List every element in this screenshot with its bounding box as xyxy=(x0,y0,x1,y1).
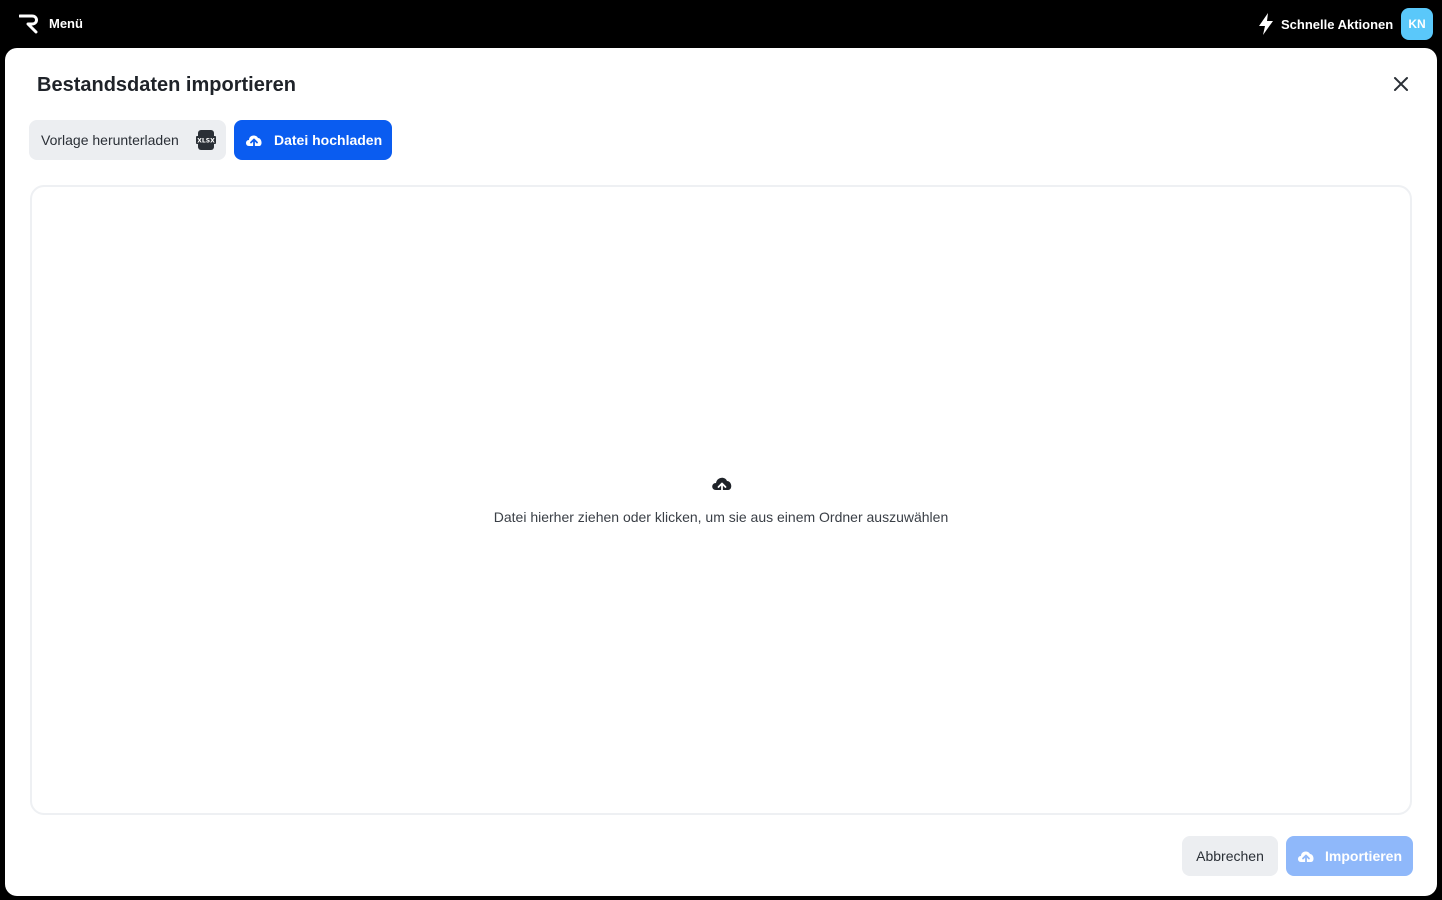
cancel-button[interactable]: Abbrechen xyxy=(1182,836,1278,876)
cloud-upload-icon xyxy=(712,477,732,495)
import-button[interactable]: Importieren xyxy=(1286,836,1413,876)
close-icon[interactable] xyxy=(1391,74,1411,94)
upload-file-label: Datei hochladen xyxy=(274,132,383,148)
menu-button[interactable]: Menü xyxy=(49,16,83,31)
dialog-title: Bestandsdaten importieren xyxy=(37,74,296,96)
file-dropzone[interactable]: Datei hierher ziehen oder klicken, um si… xyxy=(30,185,1412,815)
avatar[interactable]: KN xyxy=(1401,8,1433,40)
app-logo-icon[interactable] xyxy=(19,12,41,34)
xlsx-file-icon: XLSX xyxy=(196,130,216,150)
quick-actions-button[interactable]: Schnelle Aktionen xyxy=(1256,12,1393,36)
import-label: Importieren xyxy=(1325,848,1403,864)
dropzone-instructions: Datei hierher ziehen oder klicken, um si… xyxy=(493,509,949,525)
cloud-upload-icon xyxy=(246,135,262,148)
download-template-label: Vorlage herunterladen xyxy=(41,132,179,148)
quick-actions-label: Schnelle Aktionen xyxy=(1281,16,1394,32)
svg-text:XLSX: XLSX xyxy=(197,138,215,145)
download-template-button[interactable]: Vorlage herunterladen XLSX xyxy=(29,120,226,160)
import-dialog: Bestandsdaten importieren Vorlage herunt… xyxy=(5,48,1437,896)
upload-file-button[interactable]: Datei hochladen xyxy=(234,120,392,160)
top-navigation-bar: Menü Schnelle Aktionen KN xyxy=(0,0,1442,48)
lightning-icon xyxy=(1259,13,1273,35)
cloud-upload-icon xyxy=(1298,851,1314,864)
